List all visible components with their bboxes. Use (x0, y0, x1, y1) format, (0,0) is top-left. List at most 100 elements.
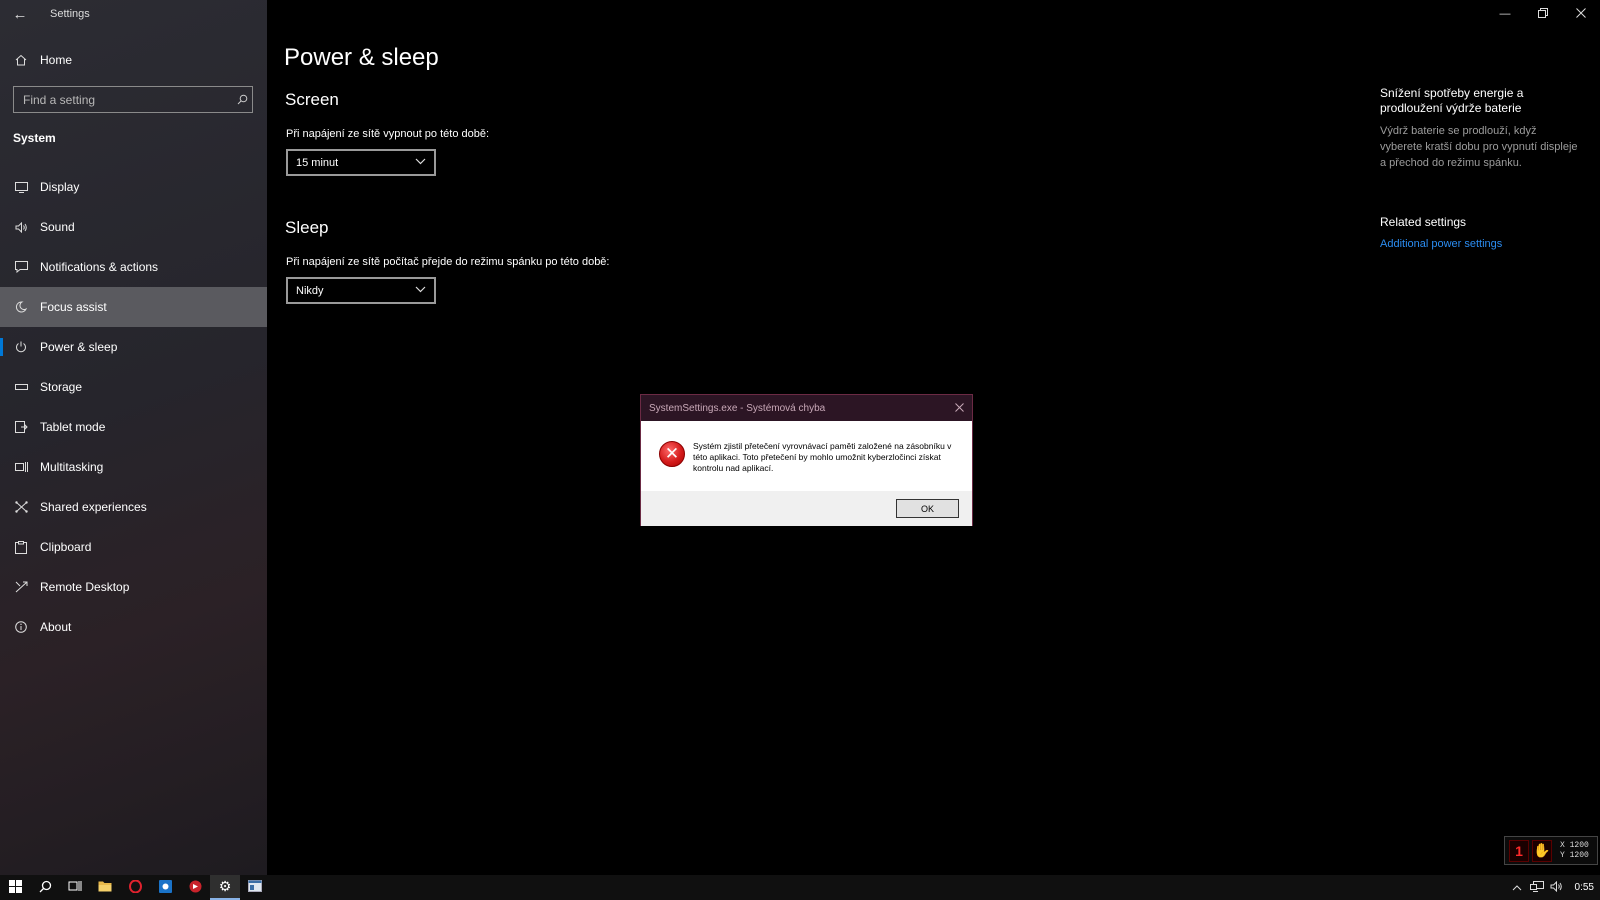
related-settings-title: Related settings (1380, 215, 1467, 229)
sidebar-item-notifications[interactable]: Notifications & actions (0, 247, 267, 287)
sidebar-item-tablet-mode[interactable]: Tablet mode (0, 407, 267, 447)
sidebar-item-about[interactable]: About (0, 607, 267, 647)
volume-icon (1550, 880, 1564, 895)
network-button[interactable] (1527, 875, 1547, 900)
remote-desktop-icon (14, 580, 28, 594)
restore-button[interactable] (1524, 0, 1562, 28)
home-icon (14, 53, 28, 67)
dialog-close-button[interactable] (955, 401, 964, 415)
overlay-hand-icon: ✋ (1532, 839, 1552, 862)
sidebar-item-sound[interactable]: Sound (0, 207, 267, 247)
sidebar-item-label: Focus assist (40, 300, 107, 314)
app-title: Settings (50, 8, 90, 20)
back-button[interactable]: ← (0, 0, 40, 28)
focus-assist-icon (14, 300, 28, 314)
titlebar: ← Settings (0, 0, 267, 28)
screen-timeout-value: 15 minut (296, 156, 339, 169)
dialog-titlebar: SystemSettings.exe - Systémová chyba (641, 395, 972, 421)
error-icon: ✕ (659, 441, 685, 467)
settings-icon: ⚙ (218, 878, 232, 894)
task-view-icon (68, 880, 82, 895)
sidebar-item-power-sleep[interactable]: Power & sleep (0, 327, 267, 367)
tablet-mode-icon (14, 420, 28, 434)
screen-timeout-label: Při napájení ze sítě vypnout po této dob… (286, 128, 490, 140)
sidebar: ← Settings Home System Display Sound Not… (0, 0, 267, 875)
multitasking-icon (14, 460, 28, 474)
side-panel-description: Výdrž baterie se prodlouží, když vyberet… (1380, 125, 1578, 169)
coordinate-readout: X 1200 Y 1200 (1560, 841, 1589, 861)
sidebar-item-label: Sound (40, 220, 75, 234)
terminal-icon (248, 880, 262, 895)
system-tray: 0:55 (1507, 875, 1594, 900)
overlay-app-icon: 1 (1509, 839, 1529, 862)
chevron-down-icon (415, 157, 426, 168)
app-red-icon (189, 880, 202, 896)
task-view-button[interactable] (60, 875, 90, 900)
terminal-button[interactable] (240, 875, 270, 900)
red-app-button[interactable] (180, 875, 210, 900)
page-title: Power & sleep (284, 44, 439, 71)
start-button[interactable] (0, 875, 30, 900)
sidebar-item-shared-experiences[interactable]: Shared experiences (0, 487, 267, 527)
window-controls: — (1486, 0, 1600, 28)
sidebar-item-label: Notifications & actions (40, 260, 159, 274)
sleep-timeout-dropdown[interactable]: Nikdy (286, 277, 436, 304)
search-box[interactable] (13, 86, 253, 113)
additional-power-settings-link[interactable]: Additional power settings (1380, 238, 1502, 250)
search-input[interactable] (14, 92, 232, 107)
sound-icon (14, 220, 28, 234)
sidebar-item-clipboard[interactable]: Clipboard (0, 527, 267, 567)
taskbar-search-button[interactable] (30, 875, 60, 900)
close-icon (955, 403, 964, 412)
sidebar-item-label: Home (40, 53, 73, 67)
chevron-up-icon (1512, 882, 1522, 894)
x-coordinate: X 1200 (1560, 840, 1589, 850)
sidebar-item-display[interactable]: Display (0, 167, 267, 207)
section-label: System (13, 131, 56, 145)
sidebar-item-label: Shared experiences (40, 500, 147, 514)
opera-icon (128, 879, 142, 896)
coordinate-overlay: 1 ✋ X 1200 Y 1200 (1504, 836, 1598, 865)
tray-overflow-button[interactable] (1507, 875, 1527, 900)
screen-timeout-dropdown[interactable]: 15 minut (286, 149, 436, 176)
ok-button[interactable]: OK (896, 499, 959, 518)
file-explorer-button[interactable] (90, 875, 120, 900)
y-coordinate: Y 1200 (1560, 850, 1589, 860)
screen-heading: Screen (285, 90, 339, 109)
taskbar-clock[interactable]: 0:55 (1575, 882, 1594, 893)
sleep-heading: Sleep (285, 218, 329, 237)
dialog-body: ✕ Systém zjistil přetečení vyrovnávací p… (641, 421, 972, 491)
sidebar-item-home[interactable]: Home (0, 48, 267, 72)
search-icon[interactable] (232, 94, 252, 105)
network-icon (1529, 880, 1544, 895)
side-panel-title: Snížení spotřeby energie a prodloužení v… (1380, 86, 1524, 115)
dialog-message: Systém zjistil přetečení vyrovnávací pam… (693, 441, 952, 473)
sidebar-item-label: Display (40, 180, 80, 194)
power-icon (14, 340, 28, 354)
search-icon (39, 880, 52, 896)
volume-button[interactable] (1547, 875, 1567, 900)
sidebar-item-focus-assist[interactable]: Focus assist (0, 287, 267, 327)
sidebar-item-remote-desktop[interactable]: Remote Desktop (0, 567, 267, 607)
settings-taskbar-button[interactable]: ⚙ (210, 875, 240, 900)
sidebar-item-storage[interactable]: Storage (0, 367, 267, 407)
dialog-footer: OK (641, 491, 972, 526)
outlook-button[interactable] (150, 875, 180, 900)
display-icon (14, 180, 28, 194)
start-icon (8, 879, 22, 896)
sleep-timeout-value: Nikdy (296, 284, 324, 297)
error-dialog: SystemSettings.exe - Systémová chyba ✕ S… (640, 394, 973, 526)
taskbar: ⚙ 0:55 (0, 875, 1600, 900)
sidebar-item-multitasking[interactable]: Multitasking (0, 447, 267, 487)
minimize-button[interactable]: — (1486, 0, 1524, 28)
opera-button[interactable] (120, 875, 150, 900)
nav-list: Display Sound Notifications & actions Fo… (0, 167, 267, 647)
sidebar-item-label: Multitasking (40, 460, 104, 474)
sidebar-item-label: Tablet mode (40, 420, 106, 434)
shared-experiences-icon (14, 500, 28, 514)
notifications-icon (14, 260, 28, 274)
sleep-timeout-label: Při napájení ze sítě počítač přejde do r… (286, 256, 610, 268)
chevron-down-icon (415, 285, 426, 296)
close-button[interactable] (1562, 0, 1600, 28)
sidebar-item-label: Remote Desktop (40, 580, 130, 594)
